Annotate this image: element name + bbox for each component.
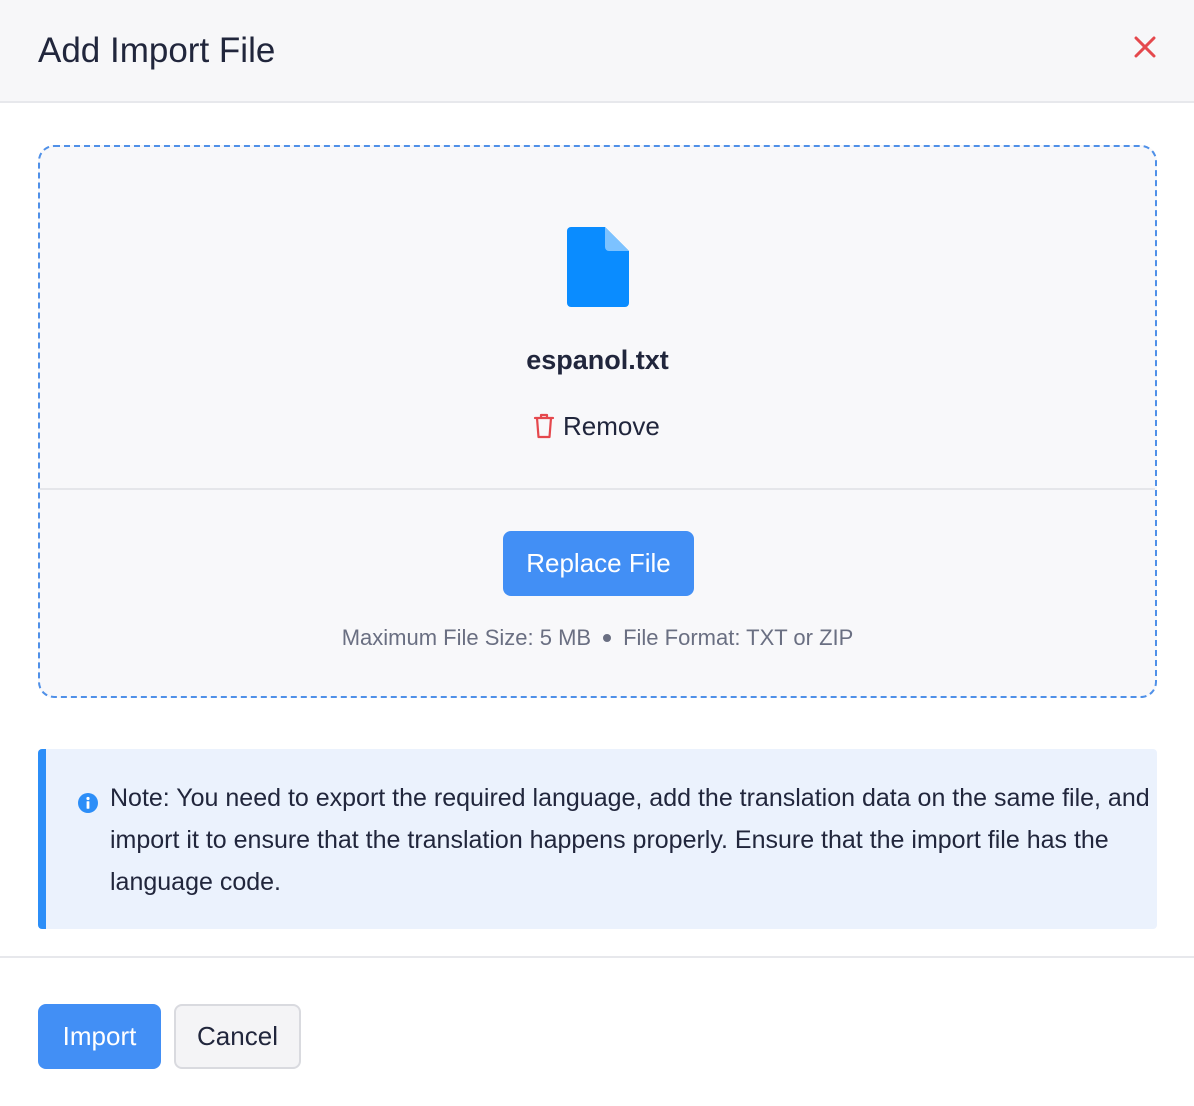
note-box: Note: You need to export the required la… (38, 749, 1157, 929)
info-icon (78, 793, 98, 813)
file-format: File Format: TXT or ZIP (623, 625, 854, 650)
trash-icon (533, 413, 555, 439)
file-name: espanol.txt (526, 345, 669, 375)
file-limits: Maximum File Size: 5 MB File Format: TXT… (40, 623, 1155, 653)
document-file-icon (567, 227, 629, 307)
dialog-title: Add Import File (38, 31, 276, 70)
add-import-file-dialog: Add Import File espanol.txt Remove Repla… (0, 0, 1194, 1106)
file-dropzone[interactable]: espanol.txt Remove Replace File Maximum … (38, 145, 1157, 698)
import-button[interactable]: Import (38, 1004, 161, 1069)
close-icon[interactable] (1128, 30, 1162, 64)
cancel-button[interactable]: Cancel (174, 1004, 301, 1069)
remove-label: Remove (563, 411, 660, 441)
footer-divider (0, 956, 1194, 958)
replace-file-button[interactable]: Replace File (503, 531, 694, 596)
note-text: Note: You need to export the required la… (110, 784, 1150, 896)
max-file-size: Maximum File Size: 5 MB (341, 625, 592, 650)
remove-file-button[interactable]: Remove (533, 409, 660, 443)
separator-dot (603, 634, 612, 642)
dropzone-divider (40, 488, 1155, 490)
dialog-header: Add Import File (0, 0, 1194, 103)
